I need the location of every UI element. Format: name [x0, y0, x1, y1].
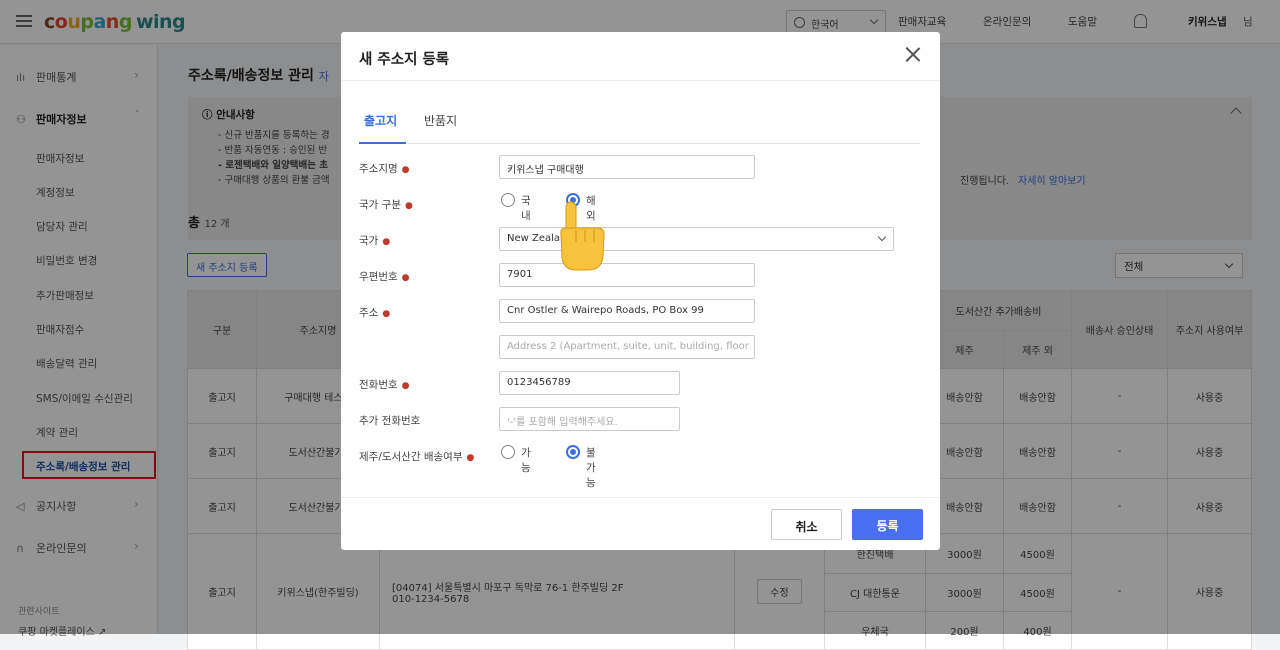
radio-label: 국내 [521, 195, 531, 222]
pointing-hand-icon [560, 201, 605, 271]
required-mark: ● [401, 381, 410, 391]
label-text: 주소지명 [359, 163, 398, 175]
divider [341, 497, 940, 498]
address1-input[interactable]: Cnr Ostler & Wairepo Roads, PO Box 99 [499, 299, 755, 323]
required-mark: ● [466, 453, 475, 463]
phone-input[interactable]: 0123456789 [499, 371, 680, 395]
country-label: 국가 ● [359, 233, 390, 248]
radio-label: 불가능 [586, 447, 596, 489]
address2-input[interactable]: Address 2 (Apartment, suite, unit, build… [499, 335, 755, 359]
zip-input[interactable]: 7901 [499, 263, 755, 287]
tab-return[interactable]: 반품지 [424, 112, 457, 129]
new-address-modal: 새 주소지 등록 출고지 반품지 주소지명 ● 키위스냅 구매대행 국가 구분 ● … [341, 32, 940, 550]
required-mark: ● [401, 273, 410, 283]
required-mark: ● [401, 165, 410, 175]
required-mark: ● [382, 309, 391, 319]
label-text: 제주/도서산간 배송여부 [359, 451, 463, 463]
name-input[interactable]: 키위스냅 구매대행 [499, 155, 755, 179]
address-label: 주소 ● [359, 305, 390, 320]
label-text: 전화번호 [359, 379, 398, 391]
radio-circle-selected [566, 445, 580, 459]
required-mark: ● [382, 237, 391, 247]
label-text: 주소 [359, 307, 379, 319]
label-text: 우편번호 [359, 271, 398, 283]
chevron-down-icon [877, 232, 887, 242]
radio-circle [501, 445, 515, 459]
radio-circle [501, 193, 515, 207]
zip-label: 우편번호 ● [359, 269, 410, 284]
country-type-label: 국가 구분 ● [359, 197, 413, 212]
label-text: 국가 [359, 235, 379, 247]
radio-label: 가능 [521, 447, 531, 474]
divider [359, 143, 920, 144]
required-mark: ● [404, 201, 413, 211]
divider [341, 80, 940, 81]
cancel-button[interactable]: 취소 [771, 509, 842, 540]
phone-label: 전화번호 ● [359, 377, 410, 392]
submit-button[interactable]: 등록 [852, 509, 923, 540]
active-tab-indicator [359, 142, 406, 144]
extra-phone-label: 추가 전화번호 [359, 415, 421, 427]
name-label: 주소지명 ● [359, 161, 410, 176]
close-icon[interactable] [904, 45, 922, 63]
tab-shipping-origin[interactable]: 출고지 [364, 112, 397, 129]
extra-phone-input[interactable]: '-'를 포함해 입력해주세요. [499, 407, 680, 431]
island-delivery-label: 제주/도서산간 배송여부 ● [359, 449, 474, 464]
modal-title: 새 주소지 등록 [359, 52, 450, 68]
label-text: 국가 구분 [359, 199, 401, 211]
